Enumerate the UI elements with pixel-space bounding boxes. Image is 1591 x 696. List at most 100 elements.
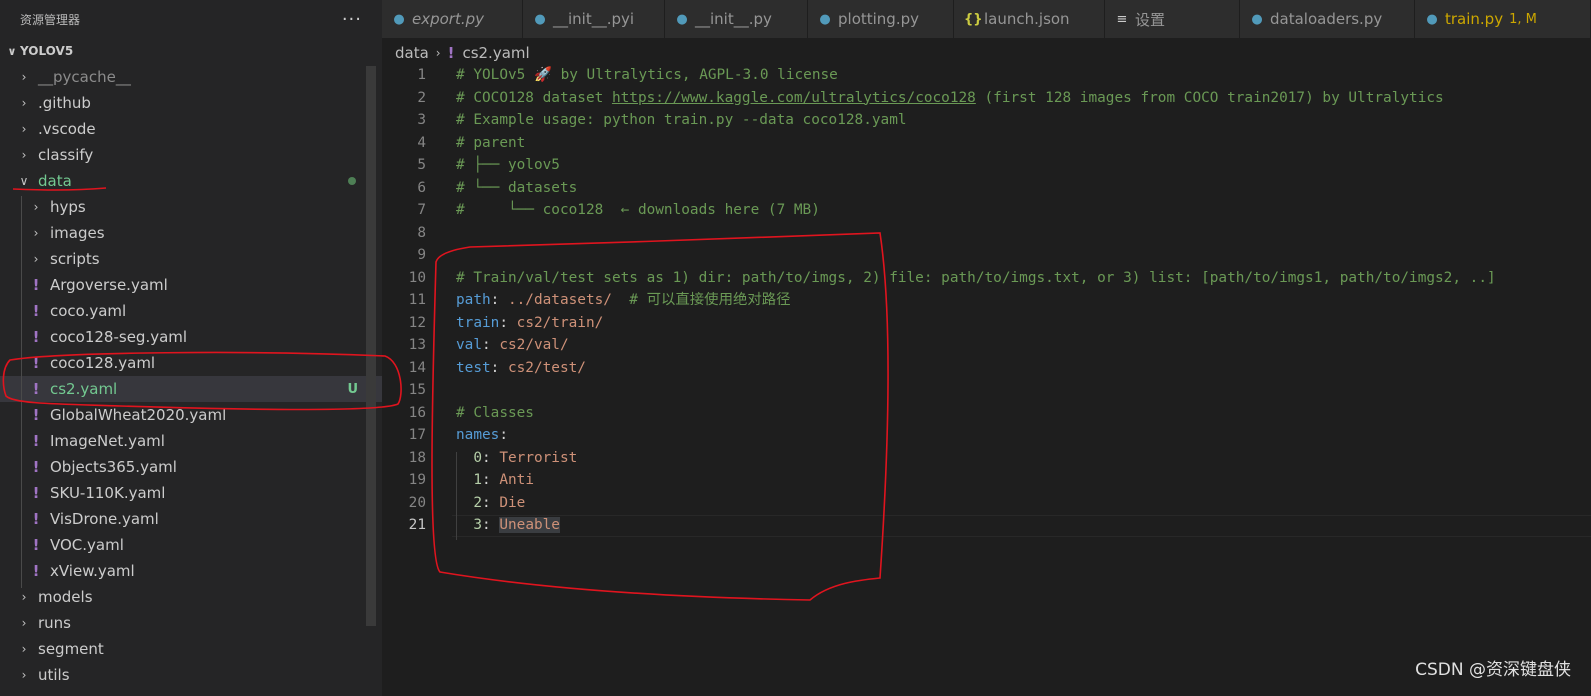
indent-guide [21, 196, 22, 588]
code-text: path: ../datasets/ # 可以直接使用绝对路径 [456, 289, 791, 311]
yaml-file-icon: ! [32, 328, 40, 346]
tree-file[interactable]: ! cs2.yaml U [0, 376, 382, 402]
tree-item-label: scripts [50, 250, 100, 268]
python-icon: ● [534, 11, 546, 27]
chevron-right-icon: › [21, 668, 27, 682]
tree-file[interactable]: ! VisDrone.yaml [0, 506, 382, 532]
code-line: 20 2: Die [382, 492, 1591, 514]
chevron-right-icon: › [21, 642, 27, 656]
tree-file[interactable]: ! SKU-110K.yaml [0, 480, 382, 506]
line-number: 18 [408, 449, 426, 466]
code-line: 12 train: cs2/train/ [382, 312, 1591, 334]
tab-label: dataloaders.py [1270, 10, 1383, 28]
code-token[interactable]: https://www.kaggle.com/ultralytics/coco1… [612, 90, 976, 106]
code-line: 9 [382, 244, 1591, 266]
explorer-title: 资源管理器 [20, 12, 81, 27]
code-line: 13 val: cs2/val/ [382, 334, 1591, 356]
tree-file[interactable]: ! xView.yaml [0, 558, 382, 584]
line-number: 10 [408, 269, 426, 286]
tab-label: 设置 [1135, 10, 1166, 29]
python-icon: ● [819, 11, 831, 27]
explorer-scrollbar[interactable] [366, 66, 376, 626]
tree-folder[interactable]: › .github [0, 90, 382, 116]
code-token: 0 [473, 449, 482, 466]
tree-item-label: Objects365.yaml [50, 458, 177, 476]
tree-folder[interactable]: ∨ data [0, 168, 382, 194]
line-number: 5 [417, 157, 426, 173]
tree-folder[interactable]: › utils [0, 662, 382, 688]
code-line: 8 [382, 222, 1591, 244]
line-number: 12 [408, 314, 426, 331]
yaml-file-icon: ! [32, 510, 40, 528]
editor-tab[interactable]: ● __init__.py [665, 0, 808, 38]
code-token: cs2/test/ [507, 359, 586, 376]
json-icon: {} [964, 11, 983, 27]
tree-folder[interactable]: › runs [0, 610, 382, 636]
tree-file[interactable]: ! coco128.yaml [0, 350, 382, 376]
tree-file[interactable]: ! GlobalWheat2020.yaml [0, 402, 382, 428]
editor-tab[interactable]: ● dataloaders.py [1240, 0, 1415, 38]
tree-folder[interactable]: › segment [0, 636, 382, 662]
code-token: # └── coco128 ← downloads here (7 MB) [456, 202, 820, 218]
yaml-file-icon: ! [32, 302, 40, 320]
line-number: 11 [408, 292, 426, 308]
code-editor[interactable]: 1 # YOLOv5 🚀 by Ultralytics, AGPL-3.0 lic… [382, 64, 1591, 696]
code-line: 2 # COCO128 dataset https://www.kaggle.co… [382, 87, 1591, 109]
chevron-right-icon: › [21, 70, 27, 84]
tree-file[interactable]: ! Objects365.yaml [0, 454, 382, 480]
code-token: # ├── yolov5 [456, 157, 560, 173]
line-number: 14 [408, 359, 426, 376]
code-token: : [482, 472, 500, 488]
tree-file[interactable]: ! VOC.yaml [0, 532, 382, 558]
tree-file[interactable]: ! coco128-seg.yaml [0, 324, 382, 350]
yaml-file-icon: ! [32, 432, 40, 450]
code-text: 1: Anti [456, 469, 534, 491]
editor-tab[interactable]: ● train.py 1, M [1415, 0, 1591, 38]
code-token: Terrorist [499, 449, 578, 466]
editor-tab[interactable]: ≡ 设置 [1105, 0, 1240, 38]
line-number: 8 [417, 224, 426, 241]
yaml-file-icon: ! [32, 354, 40, 372]
code-token: Uneable [499, 517, 560, 533]
tree-folder[interactable]: › classify [0, 142, 382, 168]
python-icon: ● [1251, 11, 1263, 27]
yaml-file-icon: ! [447, 44, 455, 62]
code-token: cs2/train/ [516, 314, 604, 331]
tree-folder[interactable]: › .vscode [0, 116, 382, 142]
tree-folder[interactable]: › __pycache__ [0, 64, 382, 90]
code-line: 4 # parent [382, 132, 1591, 154]
tree-folder[interactable]: › models [0, 584, 382, 610]
line-number: 16 [408, 404, 426, 421]
code-text: # └── datasets [456, 177, 577, 199]
code-token: # parent [456, 134, 526, 151]
tree-file[interactable]: ! coco.yaml [0, 298, 382, 324]
tab-problem-badge: 1, M [1509, 11, 1537, 27]
tree-file[interactable]: ! ImageNet.yaml [0, 428, 382, 454]
editor-tab[interactable]: {} launch.json [954, 0, 1105, 38]
tree-file[interactable]: ! Argoverse.yaml [0, 272, 382, 298]
code-token: Die [499, 494, 526, 511]
chevron-right-icon: › [33, 252, 39, 266]
tree-item-label: utils [38, 666, 70, 684]
tree-folder[interactable]: › images [0, 220, 382, 246]
editor-tab[interactable]: ● __init__.pyi [523, 0, 665, 38]
workspace-section-header[interactable]: ∨ YOLOV5 [0, 38, 382, 64]
code-text: train: cs2/train/ [456, 312, 603, 334]
more-actions-icon[interactable]: ··· [342, 9, 362, 30]
indent-guide-names [456, 452, 457, 540]
line-number: 4 [417, 134, 426, 151]
file-tree: › __pycache__ › .github › .vscode › classify ∨ da… [0, 64, 382, 688]
tree-folder[interactable]: › scripts [0, 246, 382, 272]
editor-tab[interactable]: ● plotting.py [808, 0, 954, 38]
editor-tab[interactable]: ● export.py [382, 0, 523, 38]
breadcrumb-folder[interactable]: data [395, 44, 429, 62]
code-text: # ├── yolov5 [456, 154, 560, 176]
yaml-file-icon: ! [32, 380, 40, 398]
chevron-right-icon: › [33, 200, 39, 214]
breadcrumb-file[interactable]: cs2.yaml [462, 44, 529, 62]
tree-folder[interactable]: › hyps [0, 194, 382, 220]
